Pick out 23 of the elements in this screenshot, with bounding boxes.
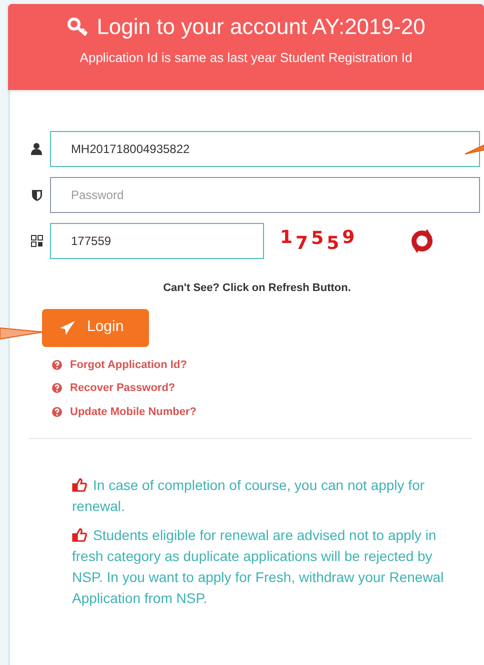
key-icon bbox=[66, 17, 89, 37]
question-icon bbox=[52, 360, 62, 370]
question-icon bbox=[52, 383, 62, 394]
thumbs-up-icon bbox=[72, 478, 87, 492]
notice-text: Students eligible for renewal are advised not to apply in fresh category as duplicate applications will be rejected by NSP. In you want to apply for Fresh, withdraw your Renewal Application from NSP. bbox=[72, 526, 445, 608]
application-id-field[interactable]: MH201718004935822 bbox=[50, 131, 480, 167]
login-button[interactable]: Login bbox=[42, 308, 149, 346]
help-link[interactable]: Update Mobile Number? bbox=[70, 404, 197, 420]
captcha-hint: Can't See? Click on Refresh Button. bbox=[163, 281, 351, 296]
header-title: Login to your account AY:2019-20 bbox=[96, 16, 426, 38]
send-icon bbox=[60, 320, 75, 334]
password-field[interactable]: Password bbox=[50, 177, 480, 213]
captcha-field[interactable]: 177559 bbox=[50, 223, 264, 259]
qr-code-icon bbox=[31, 235, 43, 247]
shield-icon bbox=[32, 189, 42, 201]
question-icon bbox=[52, 406, 62, 417]
thumbs-up-icon bbox=[72, 528, 87, 542]
refresh-icon[interactable] bbox=[410, 228, 434, 254]
header-subtitle: Application Id is same as last year Student Registration Id bbox=[80, 49, 412, 67]
help-link[interactable]: Recover Password? bbox=[70, 380, 176, 396]
user-icon bbox=[31, 143, 42, 155]
help-link[interactable]: Forgot Application Id? bbox=[70, 356, 187, 373]
notice-text: In case of completion of course, you can not apply for renewal. bbox=[72, 476, 426, 516]
